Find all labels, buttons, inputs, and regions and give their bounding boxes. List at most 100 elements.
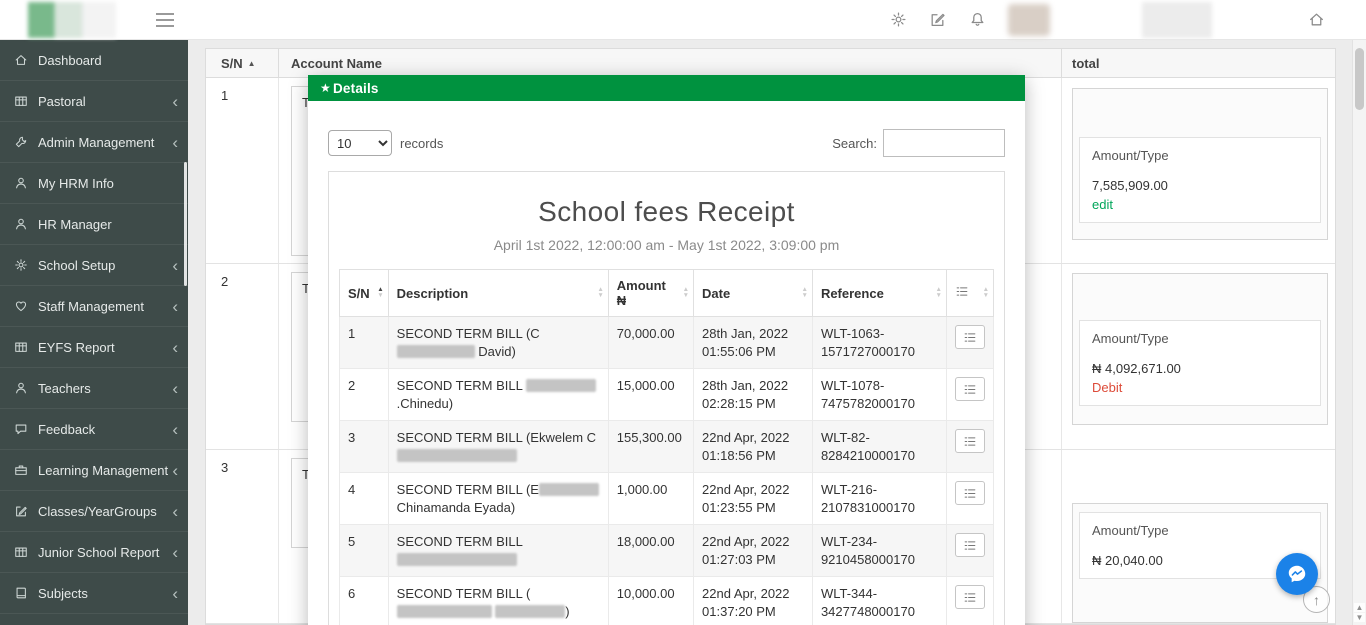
column-header-date[interactable]: Date ▲ ▼ [693,269,813,317]
row-detail-button[interactable] [954,377,985,402]
amount-panel: Amount/Type 7,585,909.00 edit [1072,88,1328,240]
account-row-total: Amount/Type ₦ 20,040.00 [1061,450,1335,623]
sidebar-item-admin-management[interactable]: Admin Management ‹ [0,122,188,163]
table-controls: 10 records Search: [328,129,1005,157]
bell-icon[interactable] [969,11,986,28]
column-header-s-n[interactable]: S/N ▲ ▼ [339,269,389,317]
description-text: .Chinedu) [396,395,454,411]
row-detail-button[interactable] [954,481,985,506]
description-text: David) [474,343,516,359]
row-detail-button[interactable] [954,325,985,349]
amount-type-label: Amount/Type [1092,331,1169,347]
sidebar-item-label: School Setup [38,257,116,273]
search-wrap: Search: [832,129,1005,157]
sidebar-scrollbar[interactable] [184,162,187,286]
debit-label[interactable]: Debit [1092,380,1308,395]
sidebar-item-label: Admin Management [38,134,155,150]
sidebar-item-label: Pastoral [38,93,86,109]
sidebar-item-label: Feedback [38,421,96,437]
receipt-row: 5 SECOND TERM BILL 18,000.00 22nd Apr, 202… [339,524,995,578]
grid-icon [14,340,28,354]
column-header-description[interactable]: Description ▲ ▼ [387,269,609,317]
top-header [0,0,1366,40]
cell-sn: 2 [339,368,389,422]
row-detail-button[interactable] [954,429,985,454]
list-icon [955,286,969,301]
chat-bubble-button[interactable] [1276,553,1318,595]
scrollbar-down-arrow[interactable]: ▼ [1354,613,1365,622]
column-header-sn-label: S/N [221,55,243,71]
sidebar-item-classes-yeargroups[interactable]: Classes/YearGroups ‹ [0,491,188,532]
scrollbar-up-arrow[interactable]: ▲ [1354,603,1365,612]
account-row-sn: 2 [221,274,229,290]
description-text: SECOND TERM BILL [396,378,526,394]
sidebar-item-learning-management[interactable]: Learning Management ‹ [0,450,188,491]
sort-icons: ▲ ▼ [801,286,808,299]
column-header-reference[interactable]: Reference ▲ ▼ [811,269,947,317]
column-header-account-name-label: Account Name [291,55,383,71]
gear-icon[interactable] [890,11,907,28]
receipt-row: 2 SECOND TERM BILL .Chinedu) 15,000.00 28th… [339,368,995,422]
sidebar-item-label: Learning Management [38,462,169,478]
user-icon [14,176,28,190]
cell-amount: 70,000.00 [607,315,695,370]
receipt-row: 6 SECOND TERM BILL ( ) 10,000.00 22nd Apr, … [339,576,995,625]
receipt-row: 4 SECOND TERM BILL (E Chinamanda Eyada) 1,… [339,472,995,526]
sidebar-item-feedback[interactable]: Feedback ‹ [0,409,188,450]
modal-body: 10 records Search: School fees Receipt A… [308,101,1025,625]
sidebar-item-hr-manager[interactable]: HR Manager [0,204,188,245]
search-input[interactable] [883,129,1005,157]
description-text: SECOND TERM BILL (C [396,326,540,341]
compose-icon[interactable] [929,11,946,28]
sidebar-toggle-button[interactable] [156,13,174,31]
account-row-sn: 3 [221,460,229,475]
receipt-date-range: April 1st 2022, 12:00:00 am - May 1st 20… [493,237,840,253]
home-icon[interactable] [1308,11,1325,28]
cell-description: SECOND TERM BILL (C David) [387,315,609,370]
scrollbar-thumb[interactable] [1355,48,1364,110]
account-row-total: Amount/Type ₦ 4,092,671.00 Debit [1061,264,1335,449]
column-header-account-name[interactable]: Account Name [278,49,1061,77]
edit-link[interactable]: edit [1092,197,1308,212]
sidebar-item-teachers[interactable]: Teachers ‹ [0,368,188,409]
amount-value: 7,585,909.00 [1092,178,1168,193]
column-header-actions[interactable]: ▲ ▼ [945,269,995,317]
row-detail-button[interactable] [954,585,985,610]
sort-icons: ▲ ▼ [682,286,690,299]
cell-amount: 1,000.00 [607,472,695,526]
description-text: SECOND TERM BILL (E [396,482,539,498]
sidebar-item-my-hrm-info[interactable]: My HRM Info [0,163,188,204]
list-icon [963,383,977,396]
cell-date: 22nd Apr, 2022 01:27:03 PM [693,524,813,578]
vertical-scrollbar[interactable]: ▲ ▼ [1352,40,1366,625]
amount-value: ₦ 20,040.00 [1092,553,1163,568]
avatar[interactable] [1008,4,1050,36]
cell-amount: 18,000.00 [607,524,695,578]
sidebar-item-label: Junior School Report [38,544,160,560]
user-icon [14,381,28,395]
cell-amount: 155,300.00 [607,420,695,474]
column-header-sn[interactable]: S/N ▲ [206,56,278,71]
row-detail-button[interactable] [954,533,985,558]
sidebar-item-staff-management[interactable]: Staff Management ‹ [0,286,188,327]
receipt-header-row: S/N ▲ ▼ Description ▲ ▼ Amount ₦ ▲ ▼ Date ▲ ▼ Refere… [339,269,995,317]
description-text: SECOND TERM BILL [396,534,523,550]
column-header-total[interactable]: total [1061,49,1335,77]
column-header-amount[interactable]: Amount ₦ ▲ ▼ [607,269,695,317]
sidebar-item-school-setup[interactable]: School Setup ‹ [0,245,188,286]
sidebar-item-eyfs-report[interactable]: EYFS Report ‹ [0,327,188,368]
book-icon [14,586,28,600]
cell-description: SECOND TERM BILL ( ) [387,576,609,625]
sidebar-item-label: EYFS Report [38,339,115,355]
sidebar-item-dashboard[interactable]: Dashboard [0,40,188,81]
sidebar-item-pastoral[interactable]: Pastoral ‹ [0,81,188,122]
sidebar-item-subjects[interactable]: Subjects ‹ [0,573,188,614]
account-row-total: Amount/Type 7,585,909.00 edit [1061,78,1335,264]
sort-icons: ▲ ▼ [597,286,604,299]
app-logo[interactable] [28,2,116,38]
receipt-table: S/N ▲ ▼ Description ▲ ▼ Amount ₦ ▲ ▼ Date ▲ ▼ Refere… [339,269,995,625]
star-icon: ★ [320,81,331,95]
redacted-text [396,552,517,566]
sidebar-item-junior-school-report[interactable]: Junior School Report ‹ [0,532,188,573]
records-per-page-select[interactable]: 10 [328,130,392,156]
